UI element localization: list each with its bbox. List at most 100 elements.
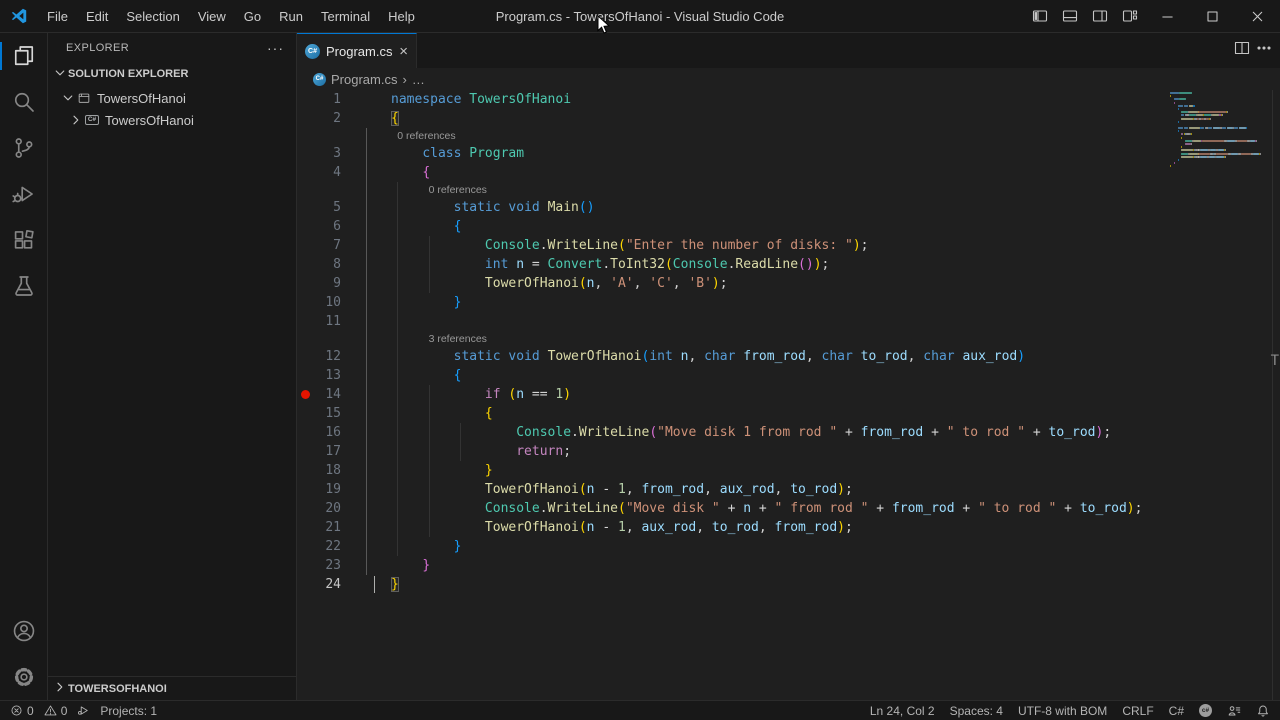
activity-extensions[interactable] bbox=[0, 217, 47, 263]
breakpoint-gutter[interactable] bbox=[297, 366, 313, 385]
breakpoint-gutter[interactable] bbox=[297, 556, 313, 575]
breakpoint-gutter[interactable] bbox=[297, 537, 313, 556]
tab-close-button[interactable]: × bbox=[399, 44, 408, 59]
status-bell[interactable] bbox=[1256, 704, 1270, 718]
line-number[interactable]: 24 bbox=[313, 575, 341, 594]
line-number[interactable]: 13 bbox=[313, 366, 341, 385]
menu-item-view[interactable]: View bbox=[189, 0, 235, 33]
line-number[interactable]: 6 bbox=[313, 217, 341, 236]
line-number[interactable]: 21 bbox=[313, 518, 341, 537]
status-debug-status[interactable] bbox=[77, 704, 90, 717]
menu-item-file[interactable]: File bbox=[38, 0, 77, 33]
status-language[interactable]: C# bbox=[1169, 704, 1184, 718]
breakpoint-gutter[interactable] bbox=[297, 575, 313, 594]
menu-item-help[interactable]: Help bbox=[379, 0, 424, 33]
breakpoint-gutter[interactable] bbox=[297, 144, 313, 163]
tree-item-towersofhanoi[interactable]: TowersOfHanoi bbox=[48, 87, 296, 109]
breakpoint-gutter[interactable] bbox=[297, 347, 313, 366]
line-number[interactable]: 2 bbox=[313, 109, 341, 128]
line-number[interactable]: 8 bbox=[313, 255, 341, 274]
code-line[interactable]: 1namespace TowersOfHanoi bbox=[297, 90, 1280, 109]
status-line-col[interactable]: Ln 24, Col 2 bbox=[870, 704, 935, 718]
minimap[interactable] bbox=[1170, 92, 1268, 169]
customize-layout-button[interactable] bbox=[1115, 0, 1145, 32]
section-towersofhanoi[interactable]: TOWERSOFHANOI bbox=[48, 676, 296, 700]
line-number[interactable]: 20 bbox=[313, 499, 341, 518]
line-number[interactable]: 17 bbox=[313, 442, 341, 461]
code-editor[interactable]: 1namespace TowersOfHanoi2{0 references3 … bbox=[297, 90, 1280, 700]
line-number[interactable]: 10 bbox=[313, 293, 341, 312]
code-line[interactable]: 7 Console.WriteLine("Enter the number of… bbox=[297, 236, 1280, 255]
close-button[interactable] bbox=[1235, 0, 1280, 32]
breakpoint-gutter[interactable] bbox=[297, 499, 313, 518]
code-line[interactable]: 18 } bbox=[297, 461, 1280, 480]
breadcrumb-file[interactable]: Program.cs bbox=[331, 72, 397, 87]
codelens-references[interactable]: 0 references bbox=[397, 128, 455, 144]
breakpoint-gutter[interactable] bbox=[297, 312, 313, 331]
activity-settings[interactable] bbox=[0, 654, 47, 700]
code-line[interactable]: 4 { bbox=[297, 163, 1280, 182]
breadcrumb-more[interactable]: … bbox=[412, 72, 425, 87]
code-line[interactable]: 20 Console.WriteLine("Move disk " + n + … bbox=[297, 499, 1280, 518]
codelens-references[interactable]: 3 references bbox=[429, 331, 487, 347]
breakpoint-gutter[interactable] bbox=[297, 423, 313, 442]
breakpoint-gutter[interactable] bbox=[297, 217, 313, 236]
breakpoint-gutter[interactable] bbox=[297, 385, 313, 404]
status-eol[interactable]: CRLF bbox=[1122, 704, 1153, 718]
more-actions-button[interactable] bbox=[1256, 40, 1272, 61]
layout-panel-button[interactable] bbox=[1055, 0, 1085, 32]
menu-item-terminal[interactable]: Terminal bbox=[312, 0, 379, 33]
status-feedback[interactable] bbox=[1227, 704, 1241, 718]
status-projects[interactable]: Projects: 1 bbox=[100, 704, 157, 718]
menu-item-selection[interactable]: Selection bbox=[117, 0, 188, 33]
code-line[interactable]: 9 TowerOfHanoi(n, 'A', 'C', 'B'); bbox=[297, 274, 1280, 293]
breakpoint-gutter[interactable] bbox=[297, 109, 313, 128]
activity-testing[interactable] bbox=[0, 263, 47, 309]
code-line[interactable]: 16 Console.WriteLine("Move disk 1 from r… bbox=[297, 423, 1280, 442]
split-editor-button[interactable] bbox=[1234, 40, 1250, 61]
breakpoint-gutter[interactable] bbox=[297, 255, 313, 274]
minimize-button[interactable] bbox=[1145, 0, 1190, 32]
status-encoding[interactable]: UTF-8 with BOM bbox=[1018, 704, 1107, 718]
line-number[interactable]: 19 bbox=[313, 480, 341, 499]
maximize-button[interactable] bbox=[1190, 0, 1235, 32]
breakpoint-gutter[interactable] bbox=[297, 163, 313, 182]
line-number[interactable]: 22 bbox=[313, 537, 341, 556]
menu-item-go[interactable]: Go bbox=[235, 0, 270, 33]
line-number[interactable]: 1 bbox=[313, 90, 341, 109]
code-line[interactable]: 23 } bbox=[297, 556, 1280, 575]
tab-program-cs[interactable]: C# Program.cs × bbox=[297, 33, 417, 68]
code-line[interactable]: 12 static void TowerOfHanoi(int n, char … bbox=[297, 347, 1280, 366]
breakpoint-gutter[interactable] bbox=[297, 236, 313, 255]
breakpoint-gutter[interactable] bbox=[297, 90, 313, 109]
code-line[interactable]: 5 static void Main() bbox=[297, 198, 1280, 217]
code-line[interactable]: 8 int n = Convert.ToInt32(Console.ReadLi… bbox=[297, 255, 1280, 274]
line-number[interactable]: 4 bbox=[313, 163, 341, 182]
line-number[interactable]: 11 bbox=[313, 312, 341, 331]
codelens-references[interactable]: 0 references bbox=[429, 182, 487, 198]
breakpoint-gutter[interactable] bbox=[297, 274, 313, 293]
code-line[interactable]: 15 { bbox=[297, 404, 1280, 423]
code-line[interactable]: 10 } bbox=[297, 293, 1280, 312]
breakpoint-gutter[interactable] bbox=[297, 480, 313, 499]
activity-explorer[interactable] bbox=[0, 33, 47, 79]
activity-run-and-debug[interactable] bbox=[0, 171, 47, 217]
activity-source-control[interactable] bbox=[0, 125, 47, 171]
code-line[interactable]: 17 return; bbox=[297, 442, 1280, 461]
code-line[interactable]: 2{ bbox=[297, 109, 1280, 128]
breakpoint-gutter[interactable] bbox=[297, 461, 313, 480]
activity-account[interactable] bbox=[0, 608, 47, 654]
status-problems-warnings[interactable]: 0 bbox=[44, 704, 68, 718]
menu-item-run[interactable]: Run bbox=[270, 0, 312, 33]
code-line[interactable]: 11 bbox=[297, 312, 1280, 331]
layout-sidebar-right-button[interactable] bbox=[1085, 0, 1115, 32]
code-line[interactable]: 14 if (n == 1) bbox=[297, 385, 1280, 404]
line-number[interactable]: 5 bbox=[313, 198, 341, 217]
line-number[interactable]: 16 bbox=[313, 423, 341, 442]
breakpoint-gutter[interactable] bbox=[297, 442, 313, 461]
breakpoint-gutter[interactable] bbox=[297, 198, 313, 217]
line-number[interactable]: 9 bbox=[313, 274, 341, 293]
code-line[interactable]: 24} bbox=[297, 575, 1280, 594]
line-number[interactable]: 3 bbox=[313, 144, 341, 163]
explorer-more-actions-button[interactable]: ··· bbox=[267, 40, 284, 56]
